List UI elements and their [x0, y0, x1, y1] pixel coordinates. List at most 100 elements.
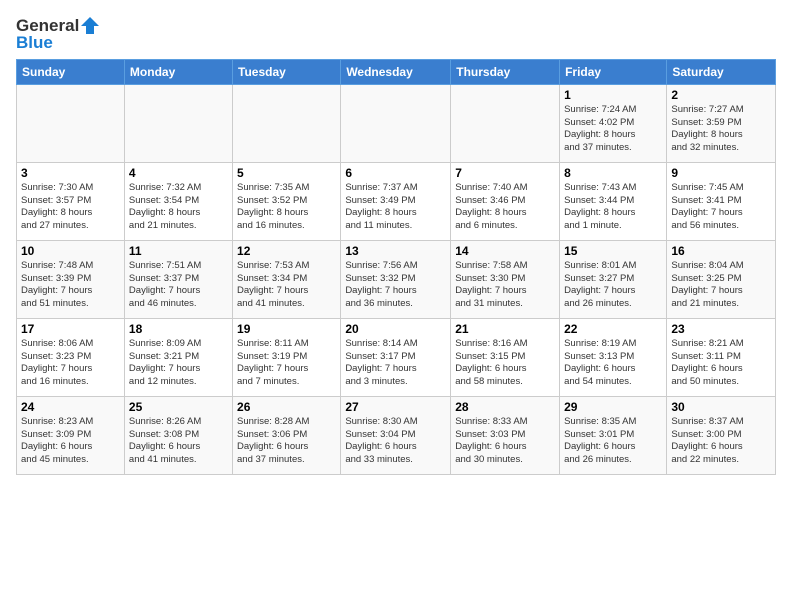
week-row-4: 24 Sunrise: 8:23 AM Sunset: 3:09 PM Dayli…	[17, 396, 776, 474]
day-number: 27	[345, 400, 446, 414]
col-header-friday: Friday	[560, 59, 667, 84]
day-number: 15	[564, 244, 662, 258]
cell-w4-d1: 25 Sunrise: 8:26 AM Sunset: 3:08 PM Dayli…	[124, 396, 232, 474]
day-number: 25	[129, 400, 228, 414]
day-number: 9	[671, 166, 771, 180]
cell-w3-d6: 23 Sunrise: 8:21 AM Sunset: 3:11 PM Dayli…	[667, 318, 776, 396]
cell-w1-d3: 6 Sunrise: 7:37 AM Sunset: 3:49 PM Daylig…	[341, 162, 451, 240]
cell-w1-d0: 3 Sunrise: 7:30 AM Sunset: 3:57 PM Daylig…	[17, 162, 125, 240]
cell-w0-d3	[341, 84, 451, 162]
day-number: 17	[21, 322, 120, 336]
day-info: Sunrise: 7:43 AM Sunset: 3:44 PM Dayligh…	[564, 182, 662, 233]
cell-w2-d6: 16 Sunrise: 8:04 AM Sunset: 3:25 PM Dayli…	[667, 240, 776, 318]
day-info: Sunrise: 8:09 AM Sunset: 3:21 PM Dayligh…	[129, 338, 228, 389]
day-number: 4	[129, 166, 228, 180]
week-row-3: 17Sunrise: 8:06 AM Sunset: 3:23 PM Dayli…	[17, 318, 776, 396]
cell-w0-d5: 1 Sunrise: 7:24 AM Sunset: 4:02 PM Daylig…	[560, 84, 667, 162]
day-info: Sunrise: 8:30 AM Sunset: 3:04 PM Dayligh…	[345, 416, 446, 467]
col-header-thursday: Thursday	[451, 59, 560, 84]
day-number: 30	[671, 400, 771, 414]
day-info: Sunrise: 8:37 AM Sunset: 3:00 PM Dayligh…	[671, 416, 771, 467]
cell-w1-d5: 8 Sunrise: 7:43 AM Sunset: 3:44 PM Daylig…	[560, 162, 667, 240]
day-number: 7	[455, 166, 555, 180]
col-header-saturday: Saturday	[667, 59, 776, 84]
day-number: 29	[564, 400, 662, 414]
col-header-tuesday: Tuesday	[233, 59, 341, 84]
calendar-table: SundayMondayTuesdayWednesdayThursdayFrid…	[16, 59, 776, 475]
day-info: Sunrise: 7:24 AM Sunset: 4:02 PM Dayligh…	[564, 104, 662, 155]
cell-w0-d4	[451, 84, 560, 162]
day-info: Sunrise: 7:51 AM Sunset: 3:37 PM Dayligh…	[129, 260, 228, 311]
day-number: 28	[455, 400, 555, 414]
day-number: 24	[21, 400, 120, 414]
day-info: Sunrise: 8:01 AM Sunset: 3:27 PM Dayligh…	[564, 260, 662, 311]
day-info: Sunrise: 8:26 AM Sunset: 3:08 PM Dayligh…	[129, 416, 228, 467]
day-info: Sunrise: 8:23 AM Sunset: 3:09 PM Dayligh…	[21, 416, 120, 467]
cell-w0-d1	[124, 84, 232, 162]
day-number: 11	[129, 244, 228, 258]
day-info: Sunrise: 7:35 AM Sunset: 3:52 PM Dayligh…	[237, 182, 336, 233]
cell-w4-d3: 27 Sunrise: 8:30 AM Sunset: 3:04 PM Dayli…	[341, 396, 451, 474]
week-row-2: 10 Sunrise: 7:48 AM Sunset: 3:39 PM Dayli…	[17, 240, 776, 318]
day-info: Sunrise: 8:16 AM Sunset: 3:15 PM Dayligh…	[455, 338, 555, 389]
cell-w3-d0: 17Sunrise: 8:06 AM Sunset: 3:23 PM Dayli…	[17, 318, 125, 396]
day-number: 26	[237, 400, 336, 414]
cell-w0-d6: 2 Sunrise: 7:27 AM Sunset: 3:59 PM Daylig…	[667, 84, 776, 162]
week-row-0: 1 Sunrise: 7:24 AM Sunset: 4:02 PM Daylig…	[17, 84, 776, 162]
day-number: 20	[345, 322, 446, 336]
day-info: Sunrise: 7:27 AM Sunset: 3:59 PM Dayligh…	[671, 104, 771, 155]
cell-w3-d1: 18 Sunrise: 8:09 AM Sunset: 3:21 PM Dayli…	[124, 318, 232, 396]
cell-w4-d5: 29 Sunrise: 8:35 AM Sunset: 3:01 PM Dayli…	[560, 396, 667, 474]
header-row: SundayMondayTuesdayWednesdayThursdayFrid…	[17, 59, 776, 84]
day-info: Sunrise: 8:21 AM Sunset: 3:11 PM Dayligh…	[671, 338, 771, 389]
page: General Blue SundayMondayTuesdayWednesda…	[0, 0, 792, 612]
day-number: 5	[237, 166, 336, 180]
day-number: 12	[237, 244, 336, 258]
day-number: 16	[671, 244, 771, 258]
day-info: Sunrise: 8:35 AM Sunset: 3:01 PM Dayligh…	[564, 416, 662, 467]
day-info: Sunrise: 7:53 AM Sunset: 3:34 PM Dayligh…	[237, 260, 336, 311]
header: General Blue	[16, 12, 776, 53]
cell-w1-d1: 4 Sunrise: 7:32 AM Sunset: 3:54 PM Daylig…	[124, 162, 232, 240]
cell-w2-d4: 14Sunrise: 7:58 AM Sunset: 3:30 PM Dayli…	[451, 240, 560, 318]
day-info: Sunrise: 7:32 AM Sunset: 3:54 PM Dayligh…	[129, 182, 228, 233]
day-number: 3	[21, 166, 120, 180]
cell-w0-d2	[233, 84, 341, 162]
day-number: 6	[345, 166, 446, 180]
day-info: Sunrise: 8:33 AM Sunset: 3:03 PM Dayligh…	[455, 416, 555, 467]
cell-w4-d4: 28 Sunrise: 8:33 AM Sunset: 3:03 PM Dayli…	[451, 396, 560, 474]
day-number: 10	[21, 244, 120, 258]
cell-w4-d6: 30 Sunrise: 8:37 AM Sunset: 3:00 PM Dayli…	[667, 396, 776, 474]
day-number: 18	[129, 322, 228, 336]
day-number: 13	[345, 244, 446, 258]
cell-w3-d2: 19Sunrise: 8:11 AM Sunset: 3:19 PM Dayli…	[233, 318, 341, 396]
day-number: 2	[671, 88, 771, 102]
day-info: Sunrise: 8:19 AM Sunset: 3:13 PM Dayligh…	[564, 338, 662, 389]
cell-w3-d4: 21 Sunrise: 8:16 AM Sunset: 3:15 PM Dayli…	[451, 318, 560, 396]
day-info: Sunrise: 8:04 AM Sunset: 3:25 PM Dayligh…	[671, 260, 771, 311]
day-info: Sunrise: 7:56 AM Sunset: 3:32 PM Dayligh…	[345, 260, 446, 311]
logo-container: General Blue	[16, 16, 101, 53]
col-header-sunday: Sunday	[17, 59, 125, 84]
logo: General Blue	[16, 16, 101, 53]
cell-w2-d3: 13 Sunrise: 7:56 AM Sunset: 3:32 PM Dayli…	[341, 240, 451, 318]
cell-w2-d2: 12 Sunrise: 7:53 AM Sunset: 3:34 PM Dayli…	[233, 240, 341, 318]
day-info: Sunrise: 7:58 AM Sunset: 3:30 PM Dayligh…	[455, 260, 555, 311]
cell-w4-d0: 24 Sunrise: 8:23 AM Sunset: 3:09 PM Dayli…	[17, 396, 125, 474]
day-number: 19	[237, 322, 336, 336]
logo-blue-text: Blue	[16, 34, 101, 53]
day-info: Sunrise: 7:48 AM Sunset: 3:39 PM Dayligh…	[21, 260, 120, 311]
cell-w2-d0: 10 Sunrise: 7:48 AM Sunset: 3:39 PM Dayli…	[17, 240, 125, 318]
day-number: 8	[564, 166, 662, 180]
cell-w1-d6: 9Sunrise: 7:45 AM Sunset: 3:41 PM Daylig…	[667, 162, 776, 240]
col-header-wednesday: Wednesday	[341, 59, 451, 84]
day-number: 23	[671, 322, 771, 336]
day-number: 1	[564, 88, 662, 102]
cell-w1-d2: 5 Sunrise: 7:35 AM Sunset: 3:52 PM Daylig…	[233, 162, 341, 240]
cell-w1-d4: 7Sunrise: 7:40 AM Sunset: 3:46 PM Daylig…	[451, 162, 560, 240]
day-info: Sunrise: 7:37 AM Sunset: 3:49 PM Dayligh…	[345, 182, 446, 233]
day-number: 21	[455, 322, 555, 336]
day-info: Sunrise: 7:30 AM Sunset: 3:57 PM Dayligh…	[21, 182, 120, 233]
cell-w3-d3: 20Sunrise: 8:14 AM Sunset: 3:17 PM Dayli…	[341, 318, 451, 396]
cell-w2-d5: 15 Sunrise: 8:01 AM Sunset: 3:27 PM Dayli…	[560, 240, 667, 318]
